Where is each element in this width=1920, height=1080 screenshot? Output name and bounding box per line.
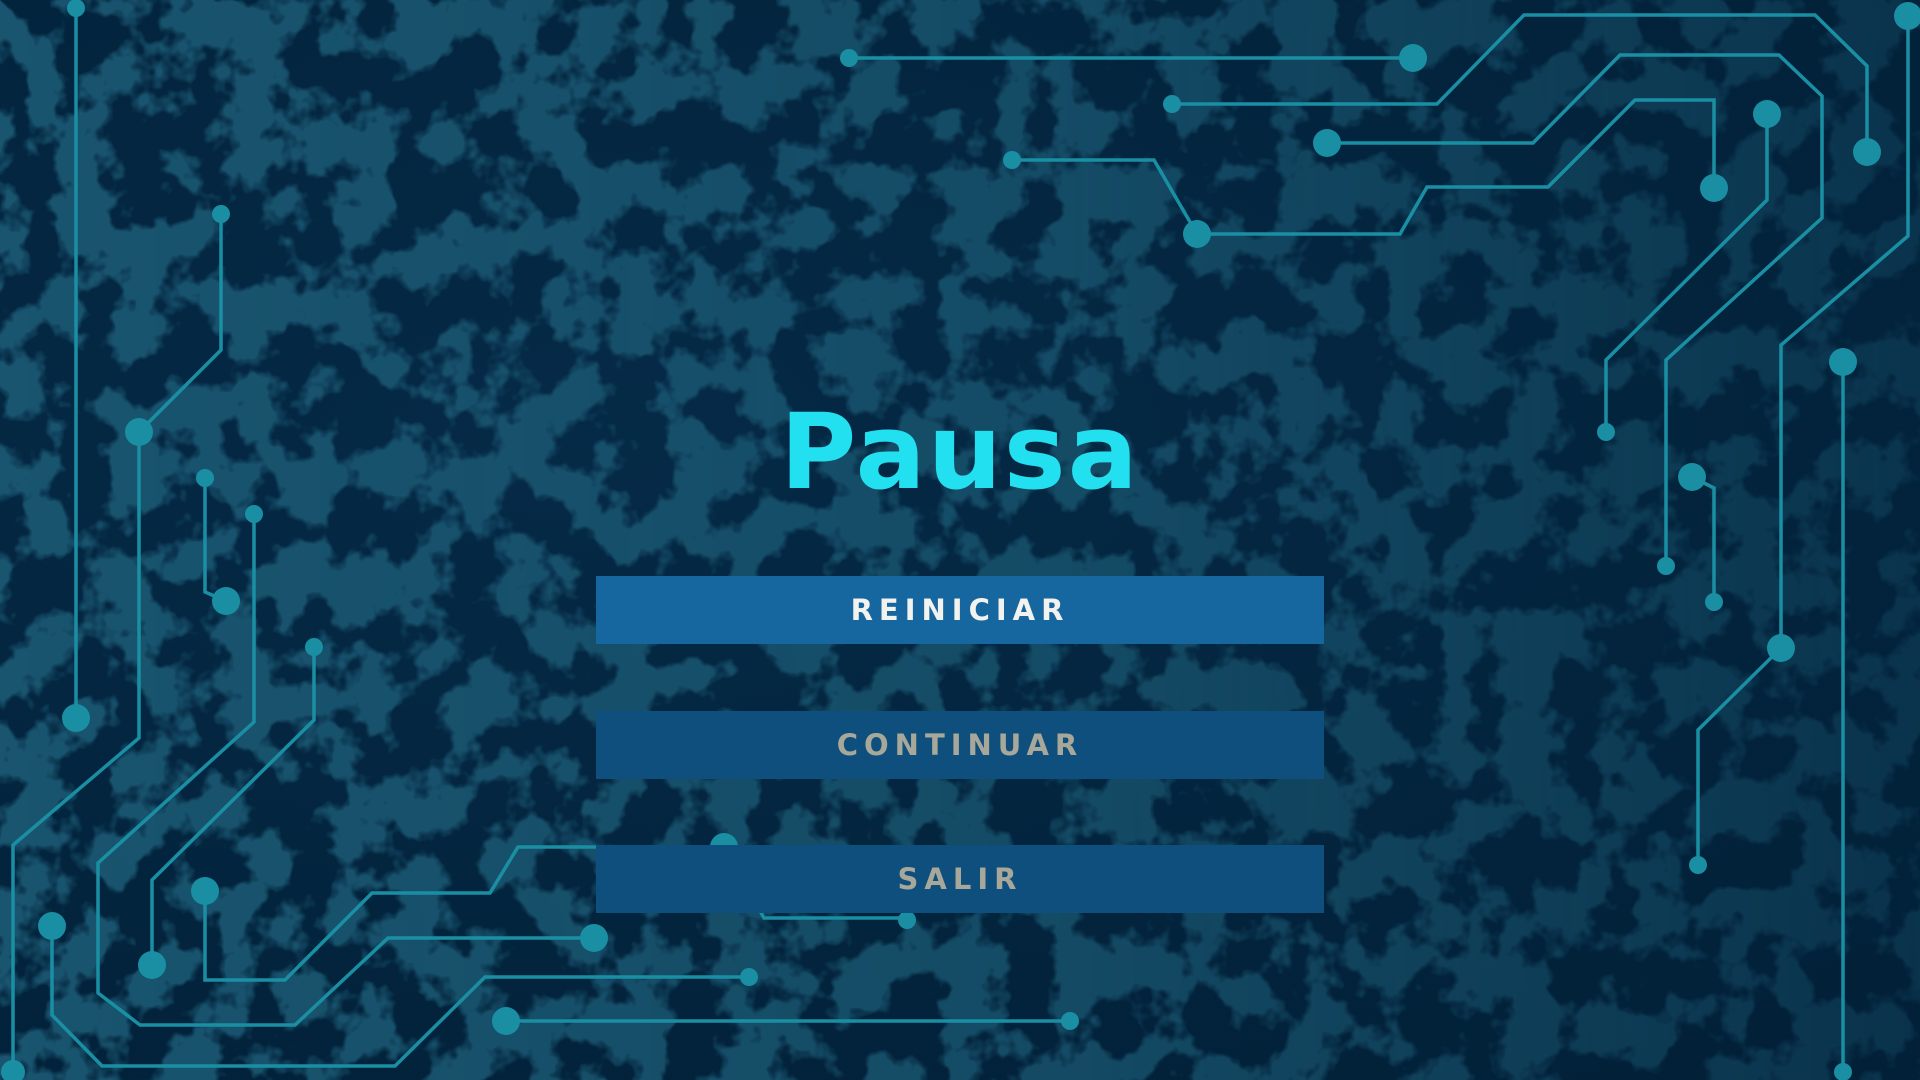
- restart-button[interactable]: REINICIAR: [596, 576, 1324, 644]
- pause-screen: Pausa REINICIAR CONTINUAR SALIR: [0, 0, 1920, 1080]
- exit-button[interactable]: SALIR: [596, 845, 1324, 913]
- circuit-traces-left: [1, 0, 1079, 1080]
- exit-button-label: SALIR: [897, 862, 1023, 896]
- pause-title: Pausa: [780, 391, 1140, 513]
- continue-button-label: CONTINUAR: [836, 728, 1084, 762]
- continue-button[interactable]: CONTINUAR: [596, 711, 1324, 779]
- restart-button-label: REINICIAR: [850, 593, 1070, 627]
- circuit-decoration: [1, 0, 1920, 1080]
- circuit-traces-right: [840, 2, 1920, 1080]
